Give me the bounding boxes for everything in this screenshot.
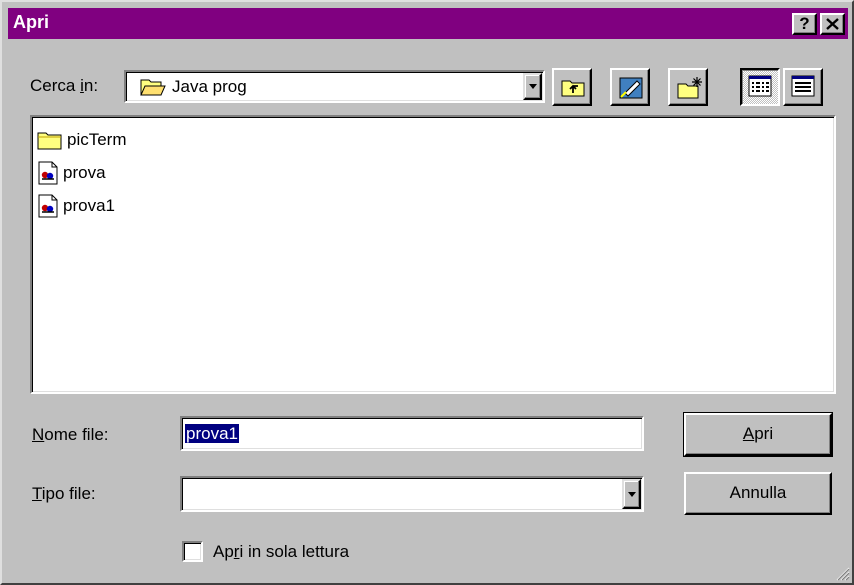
filename-label: Nome file: [32, 425, 109, 444]
up-one-level-button[interactable] [552, 68, 592, 106]
chevron-down-icon [628, 492, 636, 497]
close-icon [826, 18, 839, 30]
window-title: Apri [13, 12, 49, 32]
resize-grip-icon[interactable] [834, 565, 850, 581]
open-button[interactable]: Apri [683, 412, 833, 457]
look-in-dropdown-button[interactable] [523, 73, 542, 100]
folder-open-icon [140, 79, 166, 96]
filetype-dropdown-button[interactable] [622, 479, 641, 509]
new-folder-icon [677, 77, 702, 99]
look-in-label: Cerca in: [30, 76, 99, 95]
list-item[interactable]: prova [37, 159, 106, 187]
desktop-button[interactable] [610, 68, 650, 106]
readonly-label[interactable]: Apri in sola lettura [213, 542, 349, 562]
desktop-icon [619, 77, 643, 99]
filetype-label: Tipo file: [32, 484, 96, 503]
folder-icon [37, 132, 62, 150]
readonly-checkbox[interactable] [182, 541, 203, 562]
list-view-button[interactable] [740, 68, 780, 106]
look-in-combo[interactable]: Java prog [124, 70, 545, 103]
help-button[interactable]: ? [792, 13, 817, 35]
filename-input[interactable]: prova1 [180, 416, 644, 451]
java-file-icon [38, 194, 58, 218]
file-name: prova [63, 163, 106, 182]
list-item[interactable]: prova1 [37, 192, 115, 220]
file-list[interactable]: picTerm prova prova1 [30, 115, 836, 394]
look-in-value: Java prog [172, 77, 247, 96]
title-bar[interactable]: Apri ? [8, 8, 848, 39]
close-button[interactable] [820, 13, 845, 35]
file-name: prova1 [63, 196, 115, 215]
folder-up-icon [561, 80, 585, 97]
cancel-button[interactable]: Annulla [684, 472, 832, 515]
filetype-combo[interactable] [180, 476, 644, 512]
details-view-icon [791, 75, 815, 97]
java-file-icon [38, 161, 58, 185]
chevron-down-icon [529, 84, 537, 89]
filename-value: prova1 [185, 424, 239, 443]
open-dialog: Apri ? Cerca in: Java prog picTerm prova… [0, 0, 854, 585]
file-name: picTerm [67, 130, 127, 149]
details-view-button[interactable] [783, 68, 823, 106]
list-item[interactable]: picTerm [37, 126, 127, 154]
new-folder-button[interactable] [668, 68, 708, 106]
list-view-icon [748, 75, 772, 97]
